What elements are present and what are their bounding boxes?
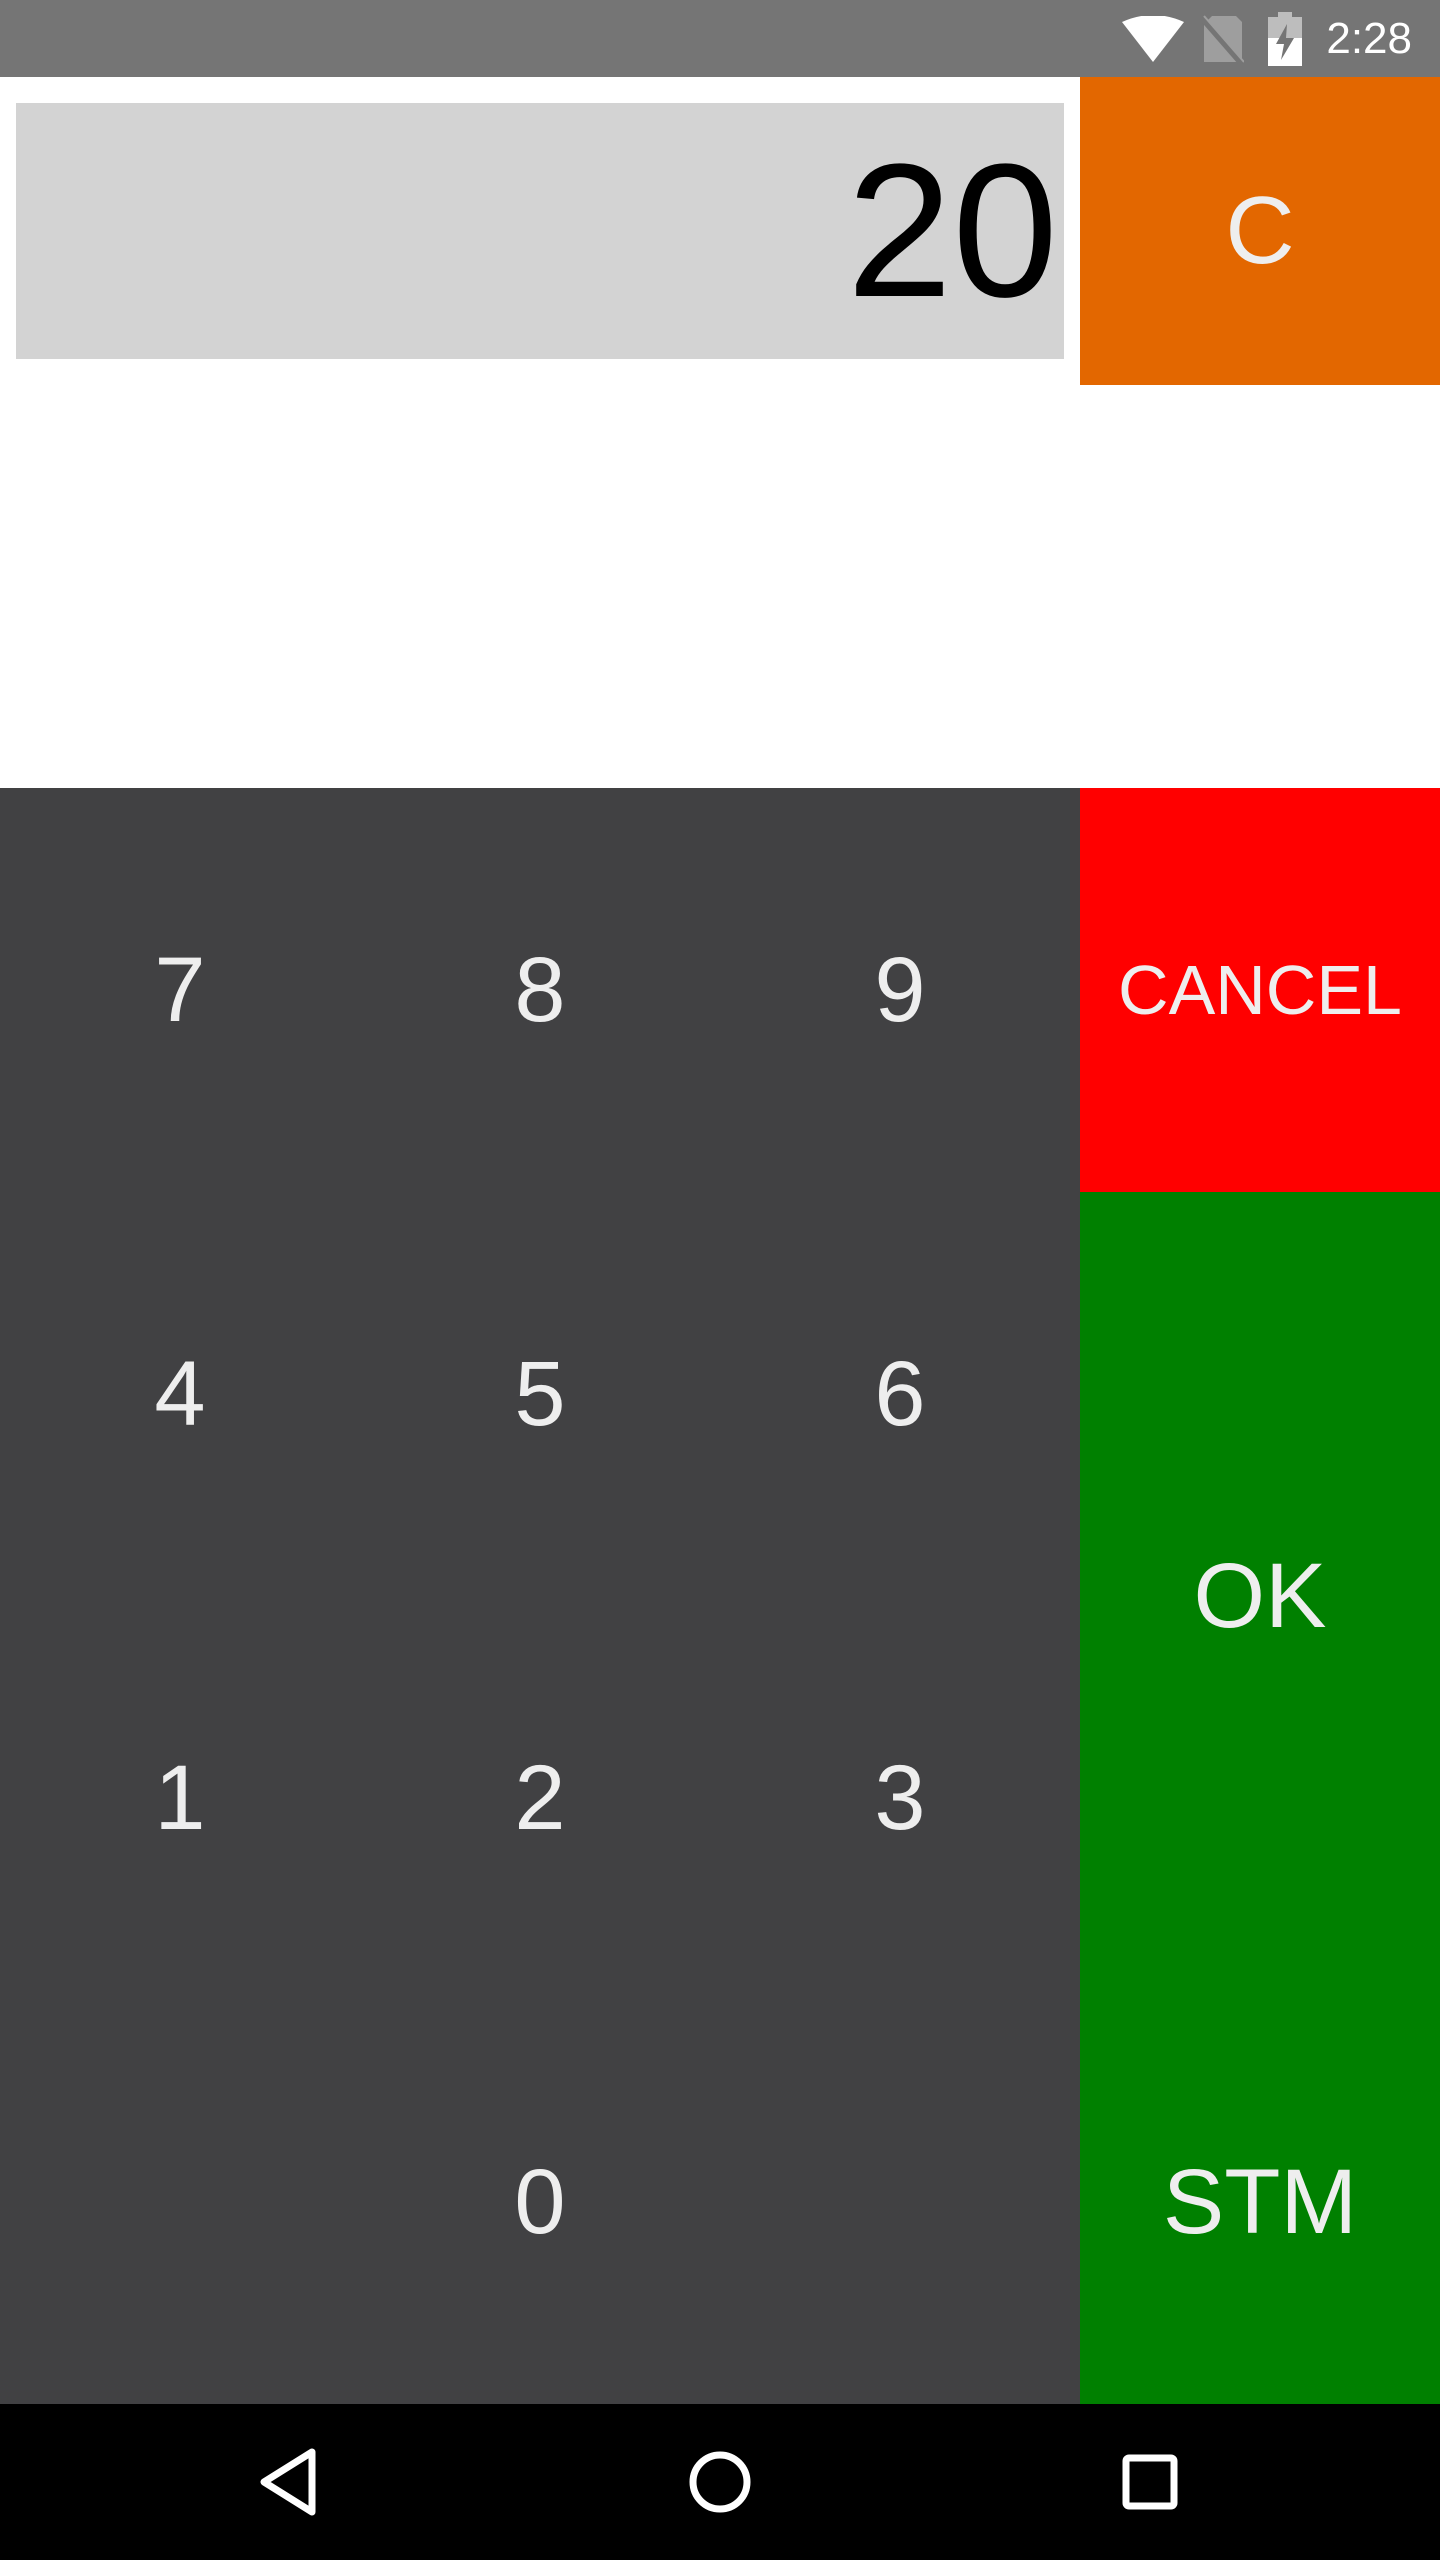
key-empty-left [0, 2000, 360, 2404]
key-0[interactable]: 0 [360, 2000, 720, 2404]
key-6[interactable]: 6 [720, 1192, 1080, 1596]
key-1[interactable]: 1 [0, 1596, 360, 2000]
recents-icon[interactable] [1110, 2442, 1190, 2522]
key-4[interactable]: 4 [0, 1192, 360, 1596]
back-icon[interactable] [250, 2442, 330, 2522]
key-5[interactable]: 5 [360, 1192, 720, 1596]
key-empty-right [720, 2000, 1080, 2404]
status-bar: 2:28 [0, 0, 1440, 77]
ok-button[interactable]: OK [1080, 1192, 1440, 2000]
key-2[interactable]: 2 [360, 1596, 720, 2000]
home-icon[interactable] [680, 2442, 760, 2522]
wifi-icon [1122, 16, 1184, 62]
amount-display: 20 [16, 103, 1064, 359]
no-sim-icon [1202, 15, 1244, 64]
cancel-button[interactable]: CANCEL [1080, 788, 1440, 1192]
key-3[interactable]: 3 [720, 1596, 1080, 2000]
status-time: 2:28 [1326, 14, 1412, 63]
keypad: 7 8 9 4 5 6 1 2 3 0 [0, 788, 1080, 2404]
battery-charging-icon [1268, 12, 1302, 66]
clear-button[interactable]: C [1080, 77, 1440, 385]
key-9[interactable]: 9 [720, 788, 1080, 1192]
key-7[interactable]: 7 [0, 788, 360, 1192]
navigation-bar [0, 2404, 1440, 2560]
key-8[interactable]: 8 [360, 788, 720, 1192]
stm-button[interactable]: STM [1080, 2000, 1440, 2404]
